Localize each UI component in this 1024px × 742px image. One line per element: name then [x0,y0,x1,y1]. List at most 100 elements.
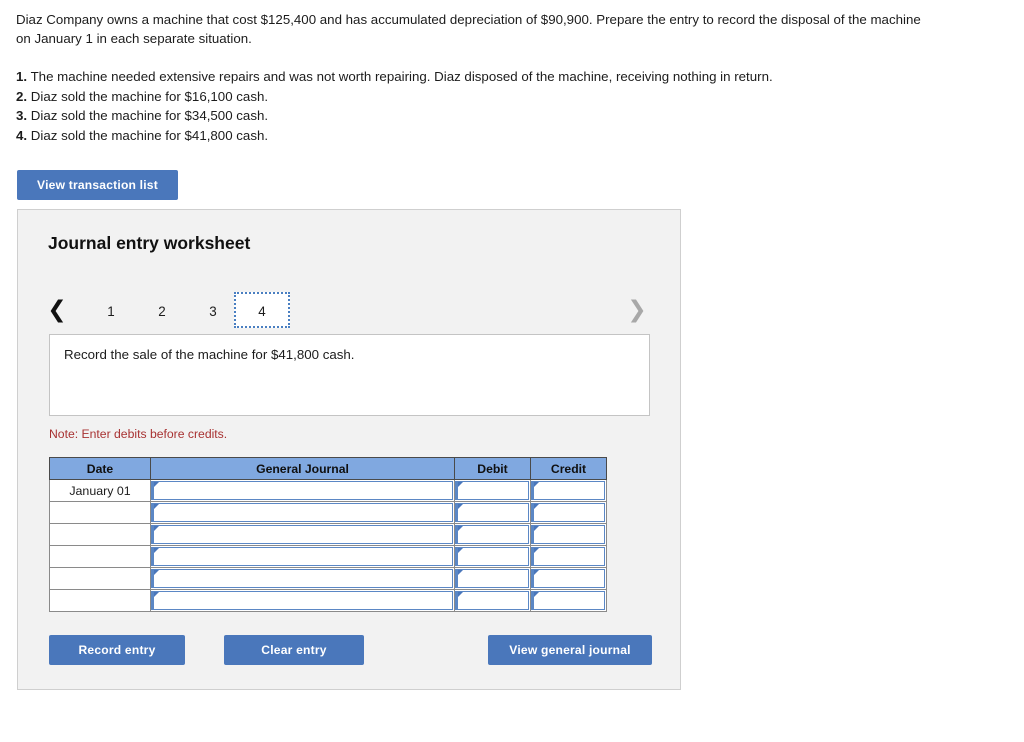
column-header-date: Date [49,457,151,480]
table-row [49,589,607,612]
record-entry-button[interactable]: Record entry [49,635,185,665]
credit-field[interactable] [531,591,605,610]
general-journal-field[interactable] [151,525,453,544]
cell-marker-icon [154,570,159,575]
situation-number: 3. [16,108,28,123]
general-journal-input[interactable] [150,545,455,568]
credit-field[interactable] [531,481,605,500]
date-cell[interactable]: January 01 [49,479,151,502]
credit-field[interactable] [531,547,605,566]
column-header-debit: Debit [454,457,531,480]
date-cell[interactable] [49,567,151,590]
cell-marker-icon [534,526,539,531]
situation-item: 3. Diaz sold the machine for $34,500 cas… [16,106,928,126]
cell-marker-icon [154,526,159,531]
general-journal-field[interactable] [151,569,453,588]
worksheet-tab-4[interactable]: 4 [234,292,290,328]
situation-number: 4. [16,127,28,143]
general-journal-field[interactable] [151,503,453,522]
credit-field[interactable] [531,503,605,522]
cell-marker-icon [458,482,463,487]
debit-field[interactable] [455,503,529,522]
situation-text: Diaz sold the machine for $16,100 cash. [30,88,269,104]
journal-entry-worksheet-panel: Journal entry worksheet ❮ 1 2 3 4 ❯ Reco… [17,209,681,690]
journal-entry-table: Date General Journal Debit Credit Januar… [49,457,607,612]
cell-marker-icon [458,548,463,553]
credit-field[interactable] [531,569,605,588]
cell-marker-icon [534,482,539,487]
general-journal-field[interactable] [151,481,453,500]
chevron-right-icon[interactable]: ❯ [626,296,648,324]
table-header-row: Date General Journal Debit Credit [49,457,607,480]
general-journal-input[interactable] [150,523,455,546]
worksheet-tab-1[interactable]: 1 [93,292,129,328]
credit-input[interactable] [530,567,607,590]
date-cell[interactable] [49,501,151,524]
date-cell[interactable] [49,523,151,546]
problem-statement: Diaz Company owns a machine that cost $1… [16,12,921,46]
situation-item: 4. Diaz sold the machine for $41,800 cas… [16,126,928,146]
debit-field[interactable] [455,547,529,566]
cell-marker-icon [154,548,159,553]
debit-input[interactable] [454,589,531,612]
instruction-box: Record the sale of the machine for $41,8… [49,334,650,416]
situation-number: 2. [16,88,28,104]
general-journal-field[interactable] [151,547,453,566]
debits-before-credits-note: Note: Enter debits before credits. [49,427,228,441]
credit-input[interactable] [530,545,607,568]
credit-input[interactable] [530,501,607,524]
situation-text: The machine needed extensive repairs and… [30,69,773,84]
table-row [49,545,607,568]
debit-input[interactable] [454,545,531,568]
general-journal-field[interactable] [151,591,453,610]
table-row: January 01 [49,479,607,502]
cell-marker-icon [534,570,539,575]
situations-list: 1. The machine needed extensive repairs … [16,67,928,145]
cell-marker-icon [154,482,159,487]
worksheet-tab-2[interactable]: 2 [144,292,180,328]
date-cell[interactable] [49,545,151,568]
debit-input[interactable] [454,501,531,524]
worksheet-title: Journal entry worksheet [48,233,251,253]
credit-field[interactable] [531,525,605,544]
worksheet-tab-3[interactable]: 3 [195,292,231,328]
chevron-left-icon[interactable]: ❮ [46,296,68,324]
debit-input[interactable] [454,567,531,590]
table-row [49,567,607,590]
situation-number: 1. [16,69,28,84]
problem-statement-block: Diaz Company owns a machine that cost $1… [16,10,928,145]
cell-marker-icon [154,504,159,509]
date-cell[interactable] [49,589,151,612]
cell-marker-icon [458,526,463,531]
debit-field[interactable] [455,525,529,544]
debit-field[interactable] [455,569,529,588]
general-journal-input[interactable] [150,567,455,590]
general-journal-input[interactable] [150,501,455,524]
credit-input[interactable] [530,523,607,546]
cell-marker-icon [154,592,159,597]
view-general-journal-button[interactable]: View general journal [488,635,652,665]
column-header-credit: Credit [530,457,607,480]
debit-input[interactable] [454,523,531,546]
cell-marker-icon [458,504,463,509]
credit-input[interactable] [530,589,607,612]
cell-marker-icon [534,504,539,509]
clear-entry-button[interactable]: Clear entry [224,635,364,665]
cell-marker-icon [458,592,463,597]
credit-input[interactable] [530,479,607,502]
cell-marker-icon [534,592,539,597]
general-journal-input[interactable] [150,589,455,612]
situation-text: Diaz sold the machine for $34,500 cash. [30,108,269,123]
debit-field[interactable] [455,481,529,500]
column-header-general-journal: General Journal [150,457,455,480]
general-journal-input[interactable] [150,479,455,502]
situation-text: Diaz sold the machine for $41,800 cash. [30,127,269,143]
debit-input[interactable] [454,479,531,502]
cell-marker-icon [534,548,539,553]
table-row [49,501,607,524]
debit-field[interactable] [455,591,529,610]
worksheet-tab-bar: ❮ 1 2 3 4 ❯ [18,288,680,334]
cell-marker-icon [458,570,463,575]
instruction-text: Record the sale of the machine for $41,8… [64,347,355,362]
view-transaction-list-button[interactable]: View transaction list [17,170,178,200]
